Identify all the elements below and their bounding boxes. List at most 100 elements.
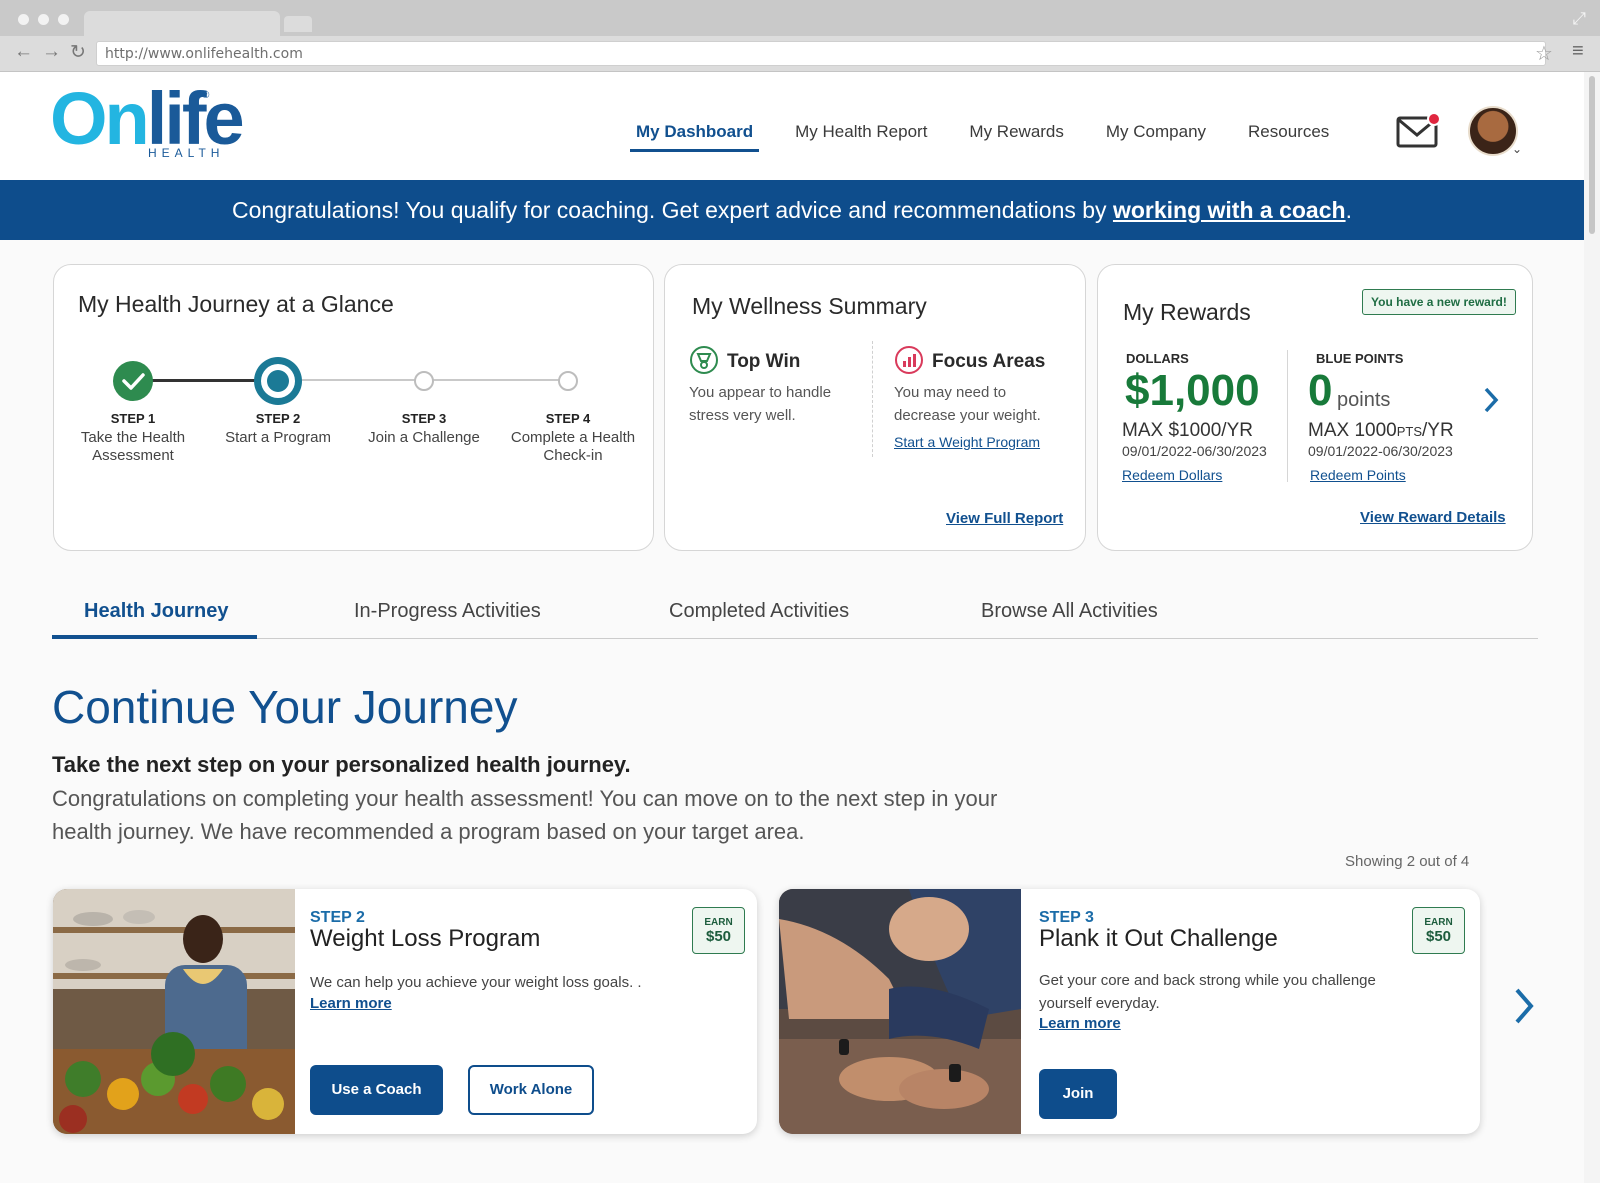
activity-description: We can help you achieve your weight loss…	[310, 974, 642, 991]
trophy-badge-icon	[690, 346, 718, 374]
woman-with-vegetables-image	[53, 889, 295, 1134]
activity-tabs: Health Journey In-Progress Activities Co…	[52, 588, 1538, 639]
divider	[872, 341, 873, 457]
browser-toolbar: ← → ↻ http://www.onlifehealth.com ☆ ≡	[0, 36, 1600, 72]
redeem-points-link[interactable]: Redeem Points	[1310, 467, 1406, 483]
step-label[interactable]: Start a Program	[208, 429, 348, 447]
work-alone-button[interactable]: Work Alone	[468, 1065, 594, 1115]
health-journey-card: My Health Journey at a Glance STEP 1 Tak…	[53, 264, 654, 551]
tab-health-journey[interactable]: Health Journey	[84, 600, 228, 623]
card-title: My Rewards	[1123, 299, 1251, 325]
chevron-right-icon[interactable]	[1482, 386, 1500, 414]
points-max: MAX 1000PTS/YR	[1308, 420, 1454, 441]
window-close-dot[interactable]	[18, 14, 29, 25]
use-a-coach-button[interactable]: Use a Coach	[310, 1065, 443, 1115]
site-header: Onlife ® HEALTH My Dashboard My Health R…	[0, 72, 1584, 180]
activity-card-plank-challenge[interactable]: STEP 3 Plank it Out Challenge EARN $50 Ge…	[779, 889, 1480, 1134]
new-tab-button[interactable]	[284, 16, 312, 32]
nav-my-company[interactable]: My Company	[1106, 122, 1206, 150]
main-nav: My Dashboard My Health Report My Rewards…	[629, 122, 1371, 152]
browser-menu-icon[interactable]: ≡	[1572, 40, 1584, 63]
scrollbar-thumb[interactable]	[1589, 76, 1595, 234]
redeem-dollars-link[interactable]: Redeem Dollars	[1122, 467, 1222, 483]
new-reward-badge[interactable]: You have a new reward!	[1362, 289, 1516, 315]
nav-resources[interactable]: Resources	[1248, 122, 1329, 150]
dollars-value: $1,000	[1125, 366, 1260, 415]
focus-areas-text: You may need to decrease your weight.	[894, 384, 1041, 424]
tab-completed-activities[interactable]: Completed Activities	[669, 600, 849, 623]
bar-chart-focus-icon	[895, 346, 923, 374]
carousel-next-chevron-icon[interactable]	[1512, 986, 1536, 1026]
nav-my-health-report[interactable]: My Health Report	[795, 122, 927, 150]
forward-icon[interactable]: →	[42, 41, 61, 63]
nav-my-rewards[interactable]: My Rewards	[969, 122, 1063, 150]
onlife-health-logo[interactable]: Onlife ® HEALTH	[50, 80, 245, 164]
notification-dot	[1427, 112, 1440, 126]
top-win-heading: Top Win	[727, 351, 801, 372]
banner-punctuation: .	[1345, 197, 1352, 223]
activity-title[interactable]: Plank it Out Challenge	[1039, 925, 1278, 953]
step-number: STEP 2	[255, 411, 301, 426]
fullscreen-icon[interactable]: ⤢	[1572, 9, 1586, 29]
card-title: My Wellness Summary	[692, 293, 927, 319]
dollars-max: MAX $1000/YR	[1122, 420, 1253, 441]
step-current-icon	[254, 357, 302, 405]
step-label[interactable]: Join a Challenge	[354, 429, 494, 447]
step-number: STEP 1	[110, 411, 156, 426]
top-win-text: You appear to handle stress very well.	[689, 384, 832, 424]
learn-more-link[interactable]: Learn more	[1039, 1015, 1121, 1032]
points-unit: points	[1337, 389, 1391, 411]
points-value: 0	[1308, 366, 1333, 415]
step-number: STEP 4	[545, 411, 591, 426]
user-avatar[interactable]	[1468, 106, 1518, 156]
people-doing-plank-image	[779, 889, 1021, 1134]
step-upcoming-icon	[414, 371, 434, 391]
banner-text: Congratulations! You qualify for coachin…	[232, 197, 1113, 223]
nav-my-dashboard[interactable]: My Dashboard	[629, 122, 760, 152]
view-reward-details-link[interactable]: View Reward Details	[1360, 509, 1506, 526]
wellness-summary-card: My Wellness Summary Top Win You appear t…	[664, 264, 1086, 551]
showing-count: Showing 2 out of 4	[1345, 853, 1470, 870]
browser-tab[interactable]	[84, 11, 280, 37]
step-label[interactable]: Take the Health Assessment	[63, 429, 203, 465]
page-scrollbar[interactable]	[1584, 72, 1600, 1183]
mail-icon[interactable]	[1396, 112, 1440, 148]
step-label[interactable]: Complete a Health Check-in	[498, 429, 648, 465]
step-number: STEP 3	[401, 411, 447, 426]
dollars-dates: 09/01/2022-06/30/2023	[1122, 443, 1267, 459]
view-full-report-link[interactable]: View Full Report	[946, 510, 1063, 527]
activity-card-weight-loss[interactable]: STEP 2 Weight Loss Program EARN $50 We ca…	[53, 889, 757, 1134]
address-bar[interactable]: http://www.onlifehealth.com	[96, 41, 1546, 66]
working-with-coach-link[interactable]: working with a coach	[1113, 197, 1346, 223]
chevron-down-icon[interactable]: ⌄	[1512, 142, 1522, 156]
window-maximize-dot[interactable]	[58, 14, 69, 25]
earn-badge: EARN $50	[1412, 907, 1465, 954]
active-tab-indicator	[52, 635, 257, 639]
step-upcoming-icon	[558, 371, 578, 391]
browser-titlebar: ⤢	[0, 0, 1600, 37]
divider	[1287, 350, 1288, 482]
join-button[interactable]: Join	[1039, 1069, 1117, 1119]
activity-title[interactable]: Weight Loss Program	[310, 925, 540, 953]
tab-browse-all-activities[interactable]: Browse All Activities	[981, 600, 1158, 623]
back-icon[interactable]: ←	[14, 41, 33, 63]
points-dates: 09/01/2022-06/30/2023	[1308, 443, 1453, 459]
learn-more-link[interactable]: Learn more	[310, 995, 392, 1012]
tab-in-progress-activities[interactable]: In-Progress Activities	[354, 600, 541, 623]
reload-icon[interactable]: ↻	[70, 41, 86, 64]
blue-points-label: BLUE POINTS	[1316, 351, 1404, 366]
section-body: Congratulations on completing your healt…	[52, 786, 998, 844]
window-minimize-dot[interactable]	[38, 14, 49, 25]
dollars-label: DOLLARS	[1126, 351, 1189, 366]
step-complete-check-icon	[113, 361, 153, 401]
activity-description: Get your core and back strong while you …	[1039, 972, 1376, 1012]
section-subtitle: Take the next step on your personalized …	[52, 752, 631, 777]
section-title: Continue Your Journey	[52, 681, 518, 733]
logo-registered-mark: ®	[202, 90, 210, 101]
card-title: My Health Journey at a Glance	[78, 291, 394, 317]
start-weight-program-link[interactable]: Start a Weight Program	[894, 431, 1040, 454]
bookmark-star-icon[interactable]: ☆	[1535, 41, 1553, 66]
logo-subtitle: HEALTH	[148, 146, 225, 160]
focus-areas-heading: Focus Areas	[932, 351, 1046, 372]
coaching-banner: Congratulations! You qualify for coachin…	[0, 180, 1584, 240]
